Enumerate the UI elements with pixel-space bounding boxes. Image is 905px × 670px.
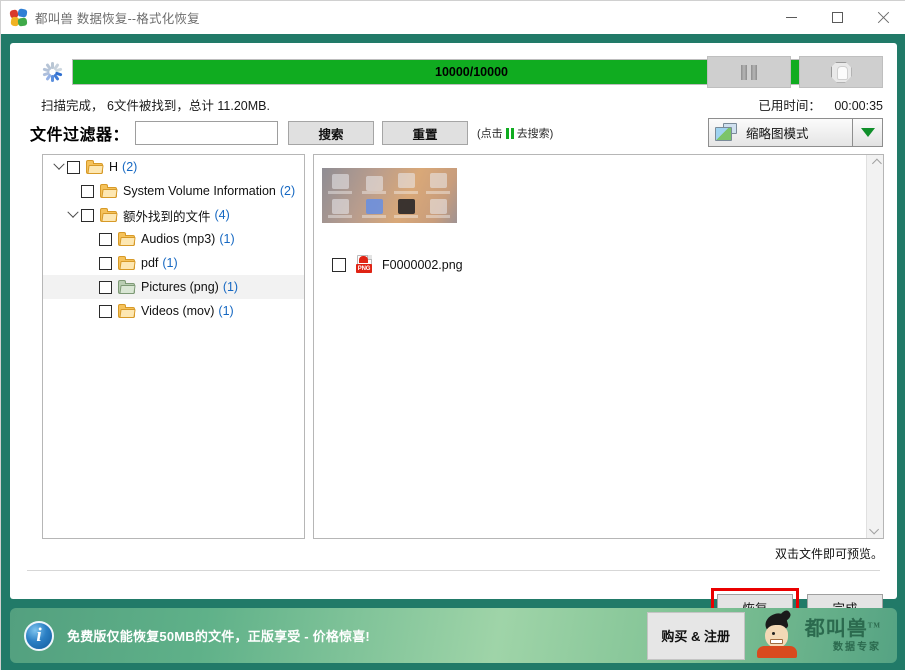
folder-icon xyxy=(118,304,136,318)
tree-item-videos[interactable]: Videos (mov) (1) xyxy=(43,299,304,323)
view-mode-dropdown[interactable]: 缩略图模式 xyxy=(708,118,883,147)
tree-checkbox[interactable] xyxy=(99,232,112,246)
minimize-icon xyxy=(785,17,797,18)
tree-checkbox[interactable] xyxy=(99,304,112,318)
tree-item-system-volume-information[interactable]: System Volume Information (2) xyxy=(43,179,304,203)
content-card: 10000/10000 扫描完成， 6文件被找到，总计 11.20MB. 已用时… xyxy=(10,43,897,626)
brand-name: 都叫兽TM xyxy=(804,617,881,640)
tree-item-count: (2) xyxy=(279,184,296,198)
tree-item-pdf[interactable]: pdf (1) xyxy=(43,251,304,275)
tree-item-count: (1) xyxy=(162,256,178,270)
search-button[interactable]: 搜索 xyxy=(288,121,375,145)
preview-hint-text: 双击文件即可预览。 xyxy=(774,547,883,561)
buy-register-button[interactable]: 购买 & 注册 xyxy=(646,611,745,660)
file-thumbnail-wrap[interactable] xyxy=(322,168,457,223)
window-controls xyxy=(768,1,905,34)
file-list-item[interactable]: PNG F0000002.png xyxy=(332,255,463,274)
file-list-panel[interactable]: PNG F0000002.png xyxy=(313,154,884,539)
tree-item-label: Videos (mov) xyxy=(141,304,215,318)
file-filter-input[interactable] xyxy=(135,121,279,145)
tree-item-count: (1) xyxy=(222,280,239,294)
action-divider xyxy=(27,570,880,571)
tree-item-count: (1) xyxy=(219,232,235,246)
pause-icon xyxy=(505,127,514,139)
folder-icon xyxy=(118,280,136,294)
tree-item-label: Pictures (png) xyxy=(141,280,219,294)
promo-message: 免费版仅能恢复50MB的文件，正版享受 - 价格惊喜! xyxy=(67,629,370,644)
filter-hint-prefix: (点击 xyxy=(477,128,503,140)
folder-icon xyxy=(86,160,104,174)
loading-spinner-icon xyxy=(41,61,63,83)
tree-checkbox[interactable] xyxy=(99,256,112,270)
chevron-down-icon[interactable] xyxy=(867,521,883,538)
promo-banner: i 免费版仅能恢复50MB的文件，正版享受 - 价格惊喜! 购买 & 注册 都叫… xyxy=(10,608,897,663)
tree-item-label: System Volume Information xyxy=(123,184,276,198)
filter-hint-suffix: 去搜索) xyxy=(516,128,554,140)
tree-checkbox[interactable] xyxy=(81,208,94,222)
elapsed-time: 已用时间： 00:00:35 xyxy=(758,95,883,114)
elapsed-time-label: 已用时间： xyxy=(758,99,821,113)
desktop-screenshot-thumbnail[interactable] xyxy=(322,168,457,223)
scan-controls xyxy=(707,56,883,88)
pause-scan-button[interactable] xyxy=(707,56,791,88)
tree-item-count: (4) xyxy=(214,208,230,222)
folder-icon xyxy=(100,208,118,222)
info-icon: i xyxy=(24,620,54,651)
tree-item-extra-found-files[interactable]: 额外找到的文件 (4) xyxy=(43,203,304,227)
tree-checkbox[interactable] xyxy=(81,184,94,198)
tree-item-h[interactable]: H (2) xyxy=(43,155,304,179)
maximize-button[interactable] xyxy=(814,1,860,34)
png-badge-label: PNG xyxy=(356,264,372,273)
brand-subtitle: 数据专家 xyxy=(833,641,881,653)
folder-icon xyxy=(118,232,136,246)
filter-hint: (点击 去搜索) xyxy=(477,125,553,141)
brand-name-block: 都叫兽TM 数据专家 xyxy=(805,619,881,653)
file-name: F0000002.png xyxy=(382,257,463,272)
file-filter-row: 文件过滤器： 搜索 重置 (点击 去搜索) xyxy=(30,120,553,146)
tree-item-count: (1) xyxy=(218,304,234,318)
folder-tree-panel[interactable]: H (2) System Volume Information (2) 额外找到… xyxy=(42,154,305,539)
elapsed-time-value: 00:00:35 xyxy=(834,99,883,113)
scan-status-text: 扫描完成， 6文件被找到，总计 11.20MB. xyxy=(41,99,270,113)
photos-icon xyxy=(715,122,739,143)
app-logo-icon xyxy=(9,7,28,27)
close-icon xyxy=(877,11,890,24)
window-body-frame: 10000/10000 扫描完成， 6文件被找到，总计 11.20MB. 已用时… xyxy=(1,34,905,670)
chevron-up-icon[interactable] xyxy=(867,155,883,172)
stop-hand-icon xyxy=(830,61,852,83)
close-button[interactable] xyxy=(860,1,905,34)
tree-item-pictures[interactable]: Pictures (png) (1) xyxy=(43,275,304,299)
file-filter-label: 文件过滤器： xyxy=(30,127,130,144)
png-file-icon: PNG xyxy=(355,255,374,274)
pause-icon xyxy=(741,64,757,80)
tree-checkbox[interactable] xyxy=(99,280,112,294)
folder-icon xyxy=(118,256,136,270)
reset-button[interactable]: 重置 xyxy=(382,121,469,145)
tree-item-label: H xyxy=(109,160,119,174)
chevron-down-icon[interactable] xyxy=(852,119,882,146)
tree-item-label: Audios (mp3) xyxy=(141,232,216,246)
title-bar: 都叫兽 数据恢复--格式化恢复 xyxy=(1,1,905,34)
trademark-symbol: TM xyxy=(867,620,881,629)
view-mode-label: 缩略图模式 xyxy=(746,127,809,141)
window-title: 都叫兽 数据恢复--格式化恢复 xyxy=(35,12,200,26)
chevron-down-icon[interactable] xyxy=(51,163,67,171)
maximize-icon xyxy=(831,12,843,23)
mascot-icon xyxy=(753,608,801,658)
minimize-button[interactable] xyxy=(768,1,814,34)
tree-item-count: (2) xyxy=(122,160,138,174)
chevron-down-icon[interactable] xyxy=(65,211,81,219)
folder-icon xyxy=(100,184,118,198)
file-list-scrollbar[interactable] xyxy=(866,155,883,538)
tree-item-label: 额外找到的文件 xyxy=(123,209,211,224)
brand-logo: 都叫兽TM 数据专家 xyxy=(753,608,881,658)
tree-item-audios[interactable]: Audios (mp3) (1) xyxy=(43,227,304,251)
application-window: 都叫兽 数据恢复--格式化恢复 10000/10000 扫描完成， 6文件被找到… xyxy=(0,0,905,670)
stop-scan-button[interactable] xyxy=(799,56,883,88)
file-checkbox[interactable] xyxy=(332,257,346,272)
tree-item-label: pdf xyxy=(141,256,159,270)
tree-checkbox[interactable] xyxy=(67,160,80,174)
